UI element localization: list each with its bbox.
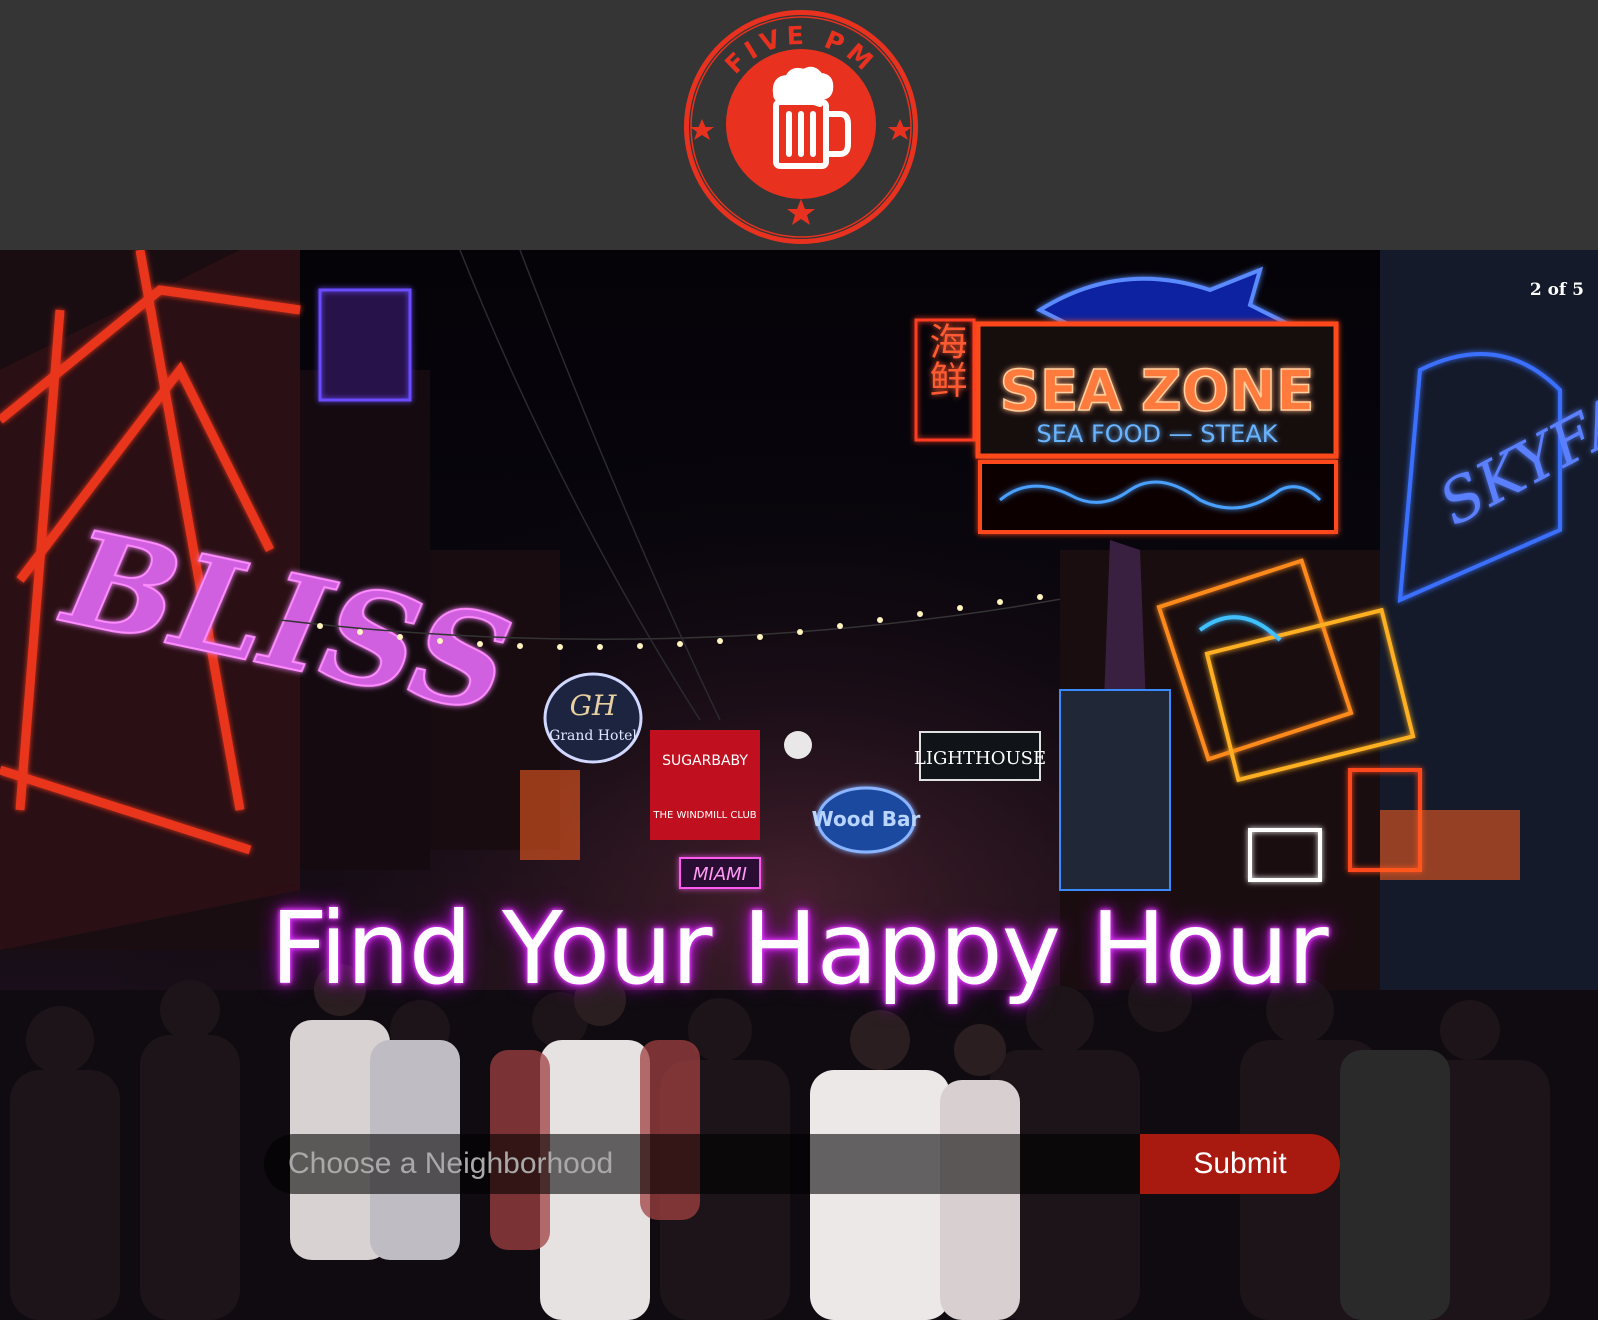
lighthouse-sign: LIGHTHOUSE bbox=[914, 731, 1046, 781]
neighborhood-search-form: Submit bbox=[264, 1134, 1340, 1194]
svg-text:Wood Bar: Wood Bar bbox=[812, 807, 921, 831]
svg-text:SEA FOOD — STEAK: SEA FOOD — STEAK bbox=[1037, 420, 1279, 448]
svg-text:THE WINDMILL CLUB: THE WINDMILL CLUB bbox=[652, 810, 756, 821]
neighborhood-input[interactable] bbox=[264, 1134, 1140, 1194]
svg-text:MIAMI: MIAMI bbox=[693, 864, 747, 885]
grand-hotel-sign: Grand Hotel GH bbox=[543, 672, 643, 764]
five-pm-logo[interactable]: FIVE PM bbox=[680, 6, 922, 248]
hero-headline: Find Your Happy Hour bbox=[270, 890, 1328, 1007]
slide-counter: 2 of 5 bbox=[1529, 280, 1584, 300]
submit-button[interactable]: Submit bbox=[1140, 1134, 1340, 1194]
svg-text:海鲜: 海鲜 bbox=[923, 322, 967, 398]
svg-text:LIGHTHOUSE: LIGHTHOUSE bbox=[914, 748, 1046, 769]
svg-text:SEA ZONE: SEA ZONE bbox=[1000, 359, 1315, 424]
svg-text:SUGARBABY: SUGARBABY bbox=[662, 753, 748, 769]
miami-sign: MIAMI bbox=[679, 857, 761, 889]
sugarbaby-sign: SUGARBABY THE WINDMILL CLUB bbox=[650, 730, 760, 840]
hero-banner: BLISS Grand Hotel GH SUGARBABY THE WINDM… bbox=[0, 250, 1598, 1320]
svg-text:GH: GH bbox=[570, 689, 617, 722]
svg-text:Grand Hotel: Grand Hotel bbox=[549, 728, 637, 744]
site-header: FIVE PM bbox=[0, 0, 1598, 250]
